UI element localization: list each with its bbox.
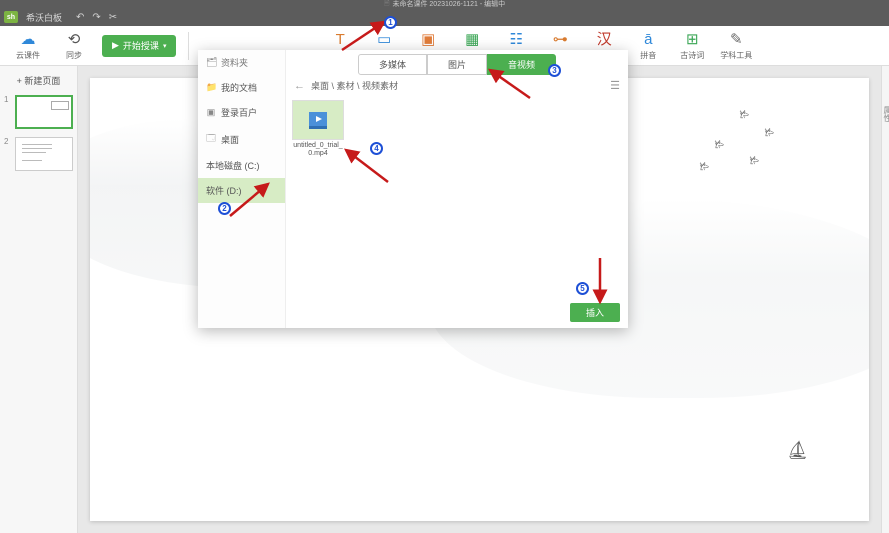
separator — [188, 32, 189, 60]
cut-icon[interactable]: ✂ — [109, 12, 117, 23]
sidebar-item[interactable]: 📁我的文档 — [198, 75, 285, 100]
boat-decoration: ⛵︎ — [786, 440, 809, 461]
redo-icon[interactable]: ↷ — [92, 12, 100, 23]
slide-number: 1 — [4, 95, 12, 104]
new-slide-button[interactable]: + 新建页面 — [0, 70, 77, 91]
ribbon-古诗词-button[interactable]: ⊞古诗词 — [670, 28, 714, 64]
ribbon-icon: ⊶ — [553, 31, 568, 49]
breadcrumb[interactable]: 桌面 \ 素材 \ 视频素材 — [311, 79, 604, 92]
sidebar-header: 🗂 资料夹 — [198, 50, 285, 75]
folder-icon: 🗂 — [206, 57, 216, 68]
bird-decoration: 𐂂 — [714, 138, 724, 151]
sidebar-item[interactable]: 🗔桌面 — [198, 125, 285, 153]
sync-button[interactable]: ⟲ 同步 — [52, 28, 96, 64]
play-icon: ▶ — [112, 40, 119, 51]
dialog-footer: 插入 — [286, 297, 628, 328]
file-name-label: untitled_0_trial_0.mp4 — [292, 142, 344, 157]
bird-decoration: 𐂂 — [764, 126, 774, 139]
slide-thumb-wrap[interactable]: 1 — [0, 91, 77, 133]
dialog-tab[interactable]: 图片 — [427, 54, 487, 75]
slide-thumbnail[interactable] — [15, 137, 73, 171]
slide-number: 2 — [4, 137, 12, 146]
folder-icon: 🗔 — [206, 131, 216, 147]
bird-decoration: 𐂂 — [699, 160, 709, 173]
annotation-badge: 2 — [218, 202, 231, 215]
back-icon[interactable]: ← — [294, 80, 305, 92]
start-teaching-button[interactable]: ▶ 开始授课 ▾ — [102, 35, 176, 57]
annotation-arrow — [590, 254, 610, 308]
properties-panel[interactable]: 属性 — [881, 66, 889, 533]
file-item[interactable]: untitled_0_trial_0.mp4 — [292, 100, 344, 157]
sync-icon: ⟲ — [68, 31, 81, 49]
annotation-arrow — [340, 146, 394, 186]
annotation-badge: 3 — [548, 64, 561, 77]
slide-panel: + 新建页面 1 2 — [0, 66, 78, 533]
app-title: 希沃白板 — [26, 11, 62, 24]
ribbon-icon: ⊞ — [686, 31, 699, 49]
ribbon-icon: ✎ — [730, 31, 743, 49]
ribbon-拼音-button[interactable]: ā拼音 — [626, 28, 670, 64]
list-view-icon[interactable]: ☰ — [610, 79, 620, 92]
ribbon-icon: ▦ — [465, 31, 479, 49]
app-logo[interactable]: sh — [4, 11, 18, 23]
ribbon-icon: ☷ — [510, 31, 523, 49]
slide-thumbnail[interactable] — [15, 95, 73, 129]
annotation-arrow — [340, 18, 390, 52]
title-bar: 🗎 未命名课件 20231026-1121 - 编辑中 — [0, 0, 889, 8]
folder-icon: ▣ — [206, 107, 216, 118]
folder-icon: 📁 — [206, 82, 216, 93]
slide-thumb-wrap[interactable]: 2 — [0, 133, 77, 175]
annotation-arrow — [224, 180, 274, 218]
cloud-courseware-button[interactable]: ☁ 云课件 — [6, 28, 50, 64]
bird-decoration: 𐂂 — [749, 154, 759, 167]
dialog-tab[interactable]: 多媒体 — [358, 54, 427, 75]
video-file-icon — [292, 100, 344, 140]
annotation-badge: 5 — [576, 282, 589, 295]
sidebar-drive-item[interactable]: 本地磁盘 (C:) — [198, 153, 285, 178]
document-icon: 🗎 — [384, 0, 390, 10]
quick-access-toolbar: sh 希沃白板 ↶ ↷ ✂ — [0, 8, 889, 26]
undo-icon[interactable]: ↶ — [76, 12, 84, 23]
bird-decoration: 𐂂 — [739, 108, 749, 121]
ribbon-icon: ā — [644, 31, 652, 49]
chevron-down-icon: ▾ — [163, 42, 167, 50]
cloud-icon: ☁ — [21, 31, 36, 49]
ribbon-icon: ▣ — [421, 31, 435, 49]
annotation-badge: 1 — [384, 16, 397, 29]
ribbon-学科工具-button[interactable]: ✎学科工具 — [714, 28, 758, 64]
dialog-tabs: 多媒体图片音视频 — [286, 50, 628, 75]
annotation-arrow — [486, 66, 536, 100]
sidebar-item[interactable]: ▣登录百户 — [198, 100, 285, 125]
ribbon-icon: 汉 — [597, 31, 612, 49]
annotation-badge: 4 — [370, 142, 383, 155]
dialog-toolbar: ← 桌面 \ 素材 \ 视频素材 ☰ — [286, 75, 628, 96]
file-browser[interactable]: untitled_0_trial_0.mp4 — [286, 96, 628, 297]
window-title: 未命名课件 20231026-1121 - 编辑中 — [392, 0, 505, 9]
